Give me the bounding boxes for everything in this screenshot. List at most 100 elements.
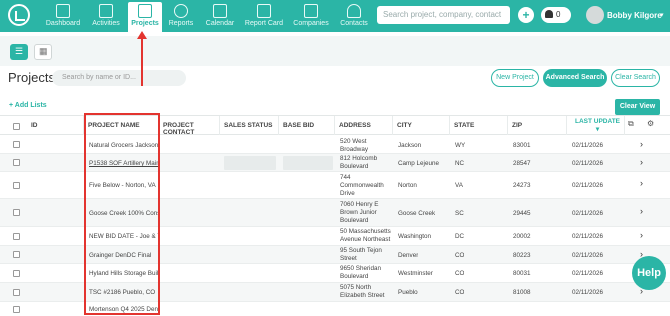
state: DC	[455, 233, 465, 240]
address: 95 South Tejon Street	[340, 247, 382, 262]
zip: 81008	[513, 289, 531, 296]
external-link-icon[interactable]: ⧉	[628, 119, 634, 129]
city: Norton	[398, 182, 417, 189]
chevron-right-icon[interactable]: ›	[640, 206, 643, 216]
chevron-right-icon[interactable]: ›	[640, 157, 643, 167]
address: 5075 North Elizabeth Street	[340, 284, 385, 299]
row-checkbox[interactable]	[13, 209, 20, 216]
city: Camp Lejeune	[398, 160, 439, 167]
city: Washington	[398, 233, 432, 240]
col-city[interactable]: CITY	[393, 116, 450, 135]
chevron-right-icon[interactable]: ›	[640, 139, 643, 149]
app-logo[interactable]	[8, 4, 30, 26]
row-checkbox[interactable]	[13, 289, 20, 296]
zip: 24273	[513, 182, 531, 189]
nav-reports[interactable]: Reports	[166, 2, 196, 32]
col-address[interactable]: ADDRESS	[335, 116, 393, 135]
row-checkbox[interactable]	[13, 233, 20, 240]
new-project-button[interactable]: New Project	[491, 69, 539, 87]
last-update: 02/11/2026	[572, 160, 604, 167]
nav-calendar[interactable]: Calendar	[202, 2, 238, 32]
user-name[interactable]: Bobby Kilgore	[607, 11, 662, 20]
col-state[interactable]: STATE	[450, 116, 508, 135]
nav-projects[interactable]: Projects	[128, 2, 162, 32]
nav-activities[interactable]: Activities	[88, 2, 124, 32]
city: Pueblo	[398, 289, 418, 296]
clear-search-button[interactable]: Clear Search	[611, 69, 660, 87]
last-update: 02/11/2026	[572, 210, 604, 217]
nav-contacts[interactable]: Contacts	[337, 2, 371, 32]
state: NC	[455, 160, 465, 167]
project-search-input[interactable]: Search by name or ID...	[52, 70, 186, 86]
avatar[interactable]	[586, 6, 604, 24]
clear-view-button[interactable]: Clear View	[615, 99, 660, 115]
global-search-input[interactable]: Search project, company, contact	[377, 6, 510, 24]
address: 812 Holcomb Boulevard	[340, 155, 378, 170]
select-all-checkbox[interactable]	[13, 123, 20, 130]
row-checkbox[interactable]	[13, 159, 20, 166]
state: VA	[455, 182, 463, 189]
report-card-icon	[257, 4, 271, 18]
city: Denver	[398, 252, 419, 259]
flag-icon	[99, 4, 113, 18]
nav-report-card[interactable]: Report Card	[242, 2, 286, 32]
zip: 20002	[513, 233, 531, 240]
address: 50 Massachusetts Avenue Northeast	[340, 228, 391, 243]
view-toolbar	[0, 36, 670, 66]
row-checkbox[interactable]	[13, 270, 20, 277]
last-update: 02/11/2026	[572, 182, 604, 189]
annotation-highlight-box	[84, 113, 160, 315]
state: CO	[455, 289, 465, 296]
add-lists-button[interactable]: + Add Lists	[9, 102, 47, 109]
col-last-update[interactable]: LAST UPDATE ▾	[567, 116, 625, 135]
bell-icon	[545, 10, 553, 18]
top-nav: Dashboard Activities Projects Reports Ca…	[0, 0, 670, 32]
sales-status-placeholder	[224, 156, 276, 170]
city: Westminster	[398, 270, 433, 277]
zip: 29445	[513, 210, 531, 217]
nav-dashboard[interactable]: Dashboard	[44, 2, 82, 32]
row-checkbox[interactable]	[13, 141, 20, 148]
col-id[interactable]: ID	[27, 116, 84, 135]
state: CO	[455, 270, 465, 277]
gear-icon[interactable]: ⚙	[647, 119, 654, 128]
zip: 83001	[513, 142, 531, 149]
target-icon	[174, 4, 188, 18]
row-checkbox[interactable]	[13, 306, 20, 313]
chevron-right-icon[interactable]: ›	[640, 178, 643, 188]
chevron-down-icon[interactable]: ▾	[660, 11, 664, 19]
col-zip[interactable]: ZIP	[508, 116, 567, 135]
row-checkbox[interactable]	[13, 182, 20, 189]
zip: 28547	[513, 160, 531, 167]
nav-companies[interactable]: Companies	[292, 2, 330, 32]
help-button[interactable]: Help	[632, 256, 666, 290]
state: CO	[455, 252, 465, 259]
address: 520 West Broadway	[340, 138, 369, 153]
address: 744 Commonwealth Drive	[340, 174, 384, 197]
last-update: 02/11/2026	[572, 252, 604, 259]
list-view-button[interactable]	[10, 44, 28, 60]
chevron-right-icon[interactable]: ›	[640, 230, 643, 240]
zip: 80223	[513, 252, 531, 259]
notifications-button[interactable]: 0	[541, 7, 571, 23]
calendar-icon	[213, 4, 227, 18]
grid-view-button[interactable]	[34, 44, 52, 60]
person-icon	[347, 4, 361, 18]
col-base-bid[interactable]: BASE BID	[279, 116, 335, 135]
col-project-contact[interactable]: PROJECT CONTACT	[159, 116, 220, 136]
chart-icon	[56, 4, 70, 18]
address: 9650 Sheridan Boulevard	[340, 265, 381, 280]
advanced-search-button[interactable]: Advanced Search	[543, 69, 607, 87]
notification-count: 0	[556, 10, 561, 19]
col-sales-status[interactable]: SALES STATUS	[220, 116, 279, 135]
city: Goose Creek	[398, 210, 436, 217]
last-update: 02/11/2026	[572, 270, 604, 277]
folder-icon	[138, 4, 152, 18]
row-checkbox[interactable]	[13, 251, 20, 258]
state: SC	[455, 210, 464, 217]
last-update: 02/11/2026	[572, 142, 604, 149]
address: 7060 Henry E Brown Junior Boulevard	[340, 201, 379, 224]
building-icon	[304, 4, 318, 18]
annotation-arrow	[141, 36, 143, 86]
add-button[interactable]: +	[518, 7, 534, 23]
